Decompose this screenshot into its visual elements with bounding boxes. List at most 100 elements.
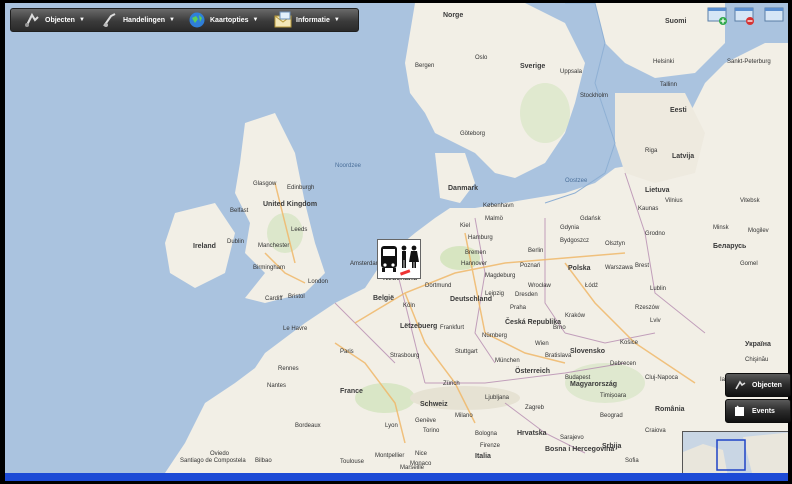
map-label: Strasbourg: [390, 353, 420, 359]
map-label: Hannover: [461, 261, 488, 267]
restroom-icon: [401, 245, 419, 268]
chevron-down-icon: ▼: [252, 17, 259, 23]
chevron-down-icon: ▼: [333, 17, 340, 23]
overview-map[interactable]: [682, 431, 788, 473]
map-label: Bordeaux: [295, 423, 321, 429]
objecten-label: Objecten: [45, 16, 75, 24]
app-window: Norge Danmark United Kingdom Ireland Ned…: [0, 0, 792, 484]
map-label: Paris: [340, 349, 354, 355]
map-label: Mogilev: [748, 228, 769, 234]
map-label: Italia: [475, 453, 491, 460]
map-label: Birmingham: [253, 265, 286, 271]
map-label: Lviv: [650, 318, 661, 324]
map-label: Brest: [635, 263, 650, 269]
map-label: Łódź: [585, 283, 599, 289]
map-label: Bydgoszcz: [560, 238, 590, 244]
map-label: Brno: [553, 325, 566, 331]
map-label: München: [495, 358, 520, 364]
map-label: Timișoara: [600, 393, 627, 399]
map-label: Tallinn: [660, 82, 678, 88]
map-label: Ljubljana: [485, 395, 510, 401]
remove-window-button[interactable]: [734, 6, 756, 26]
map-label: London: [308, 279, 329, 285]
main-toolbar: Objecten ▼ Handelingen ▼ Kaartopties ▼ I…: [10, 8, 359, 32]
map-label: Україна: [745, 341, 771, 348]
map-label: Kiel: [460, 223, 471, 229]
map-label: Vitebsk: [740, 198, 760, 204]
map-label: Kraków: [565, 313, 586, 319]
map-label: Bergen: [415, 63, 435, 69]
events-panel-label: Events: [752, 407, 775, 415]
objecten-panel-button[interactable]: Objecten: [725, 373, 791, 397]
map-label: Belfast: [230, 208, 249, 214]
bus-icon: [381, 246, 397, 272]
map-base: [5, 3, 788, 473]
map-label: Budapest: [565, 375, 591, 381]
map-label: Grodno: [645, 231, 666, 237]
map-label: Bilbao: [255, 458, 272, 464]
map-label: România: [655, 406, 685, 413]
kaartopties-menu[interactable]: Kaartopties ▼: [188, 9, 258, 31]
map-label: Chişinău: [745, 357, 769, 363]
map-label: Bratislava: [545, 353, 572, 359]
map-label: Hamburg: [468, 235, 493, 241]
map-label: Poznań: [520, 263, 541, 269]
map-label: Gdynia: [560, 225, 580, 231]
map-label: Torino: [423, 428, 440, 434]
map-label: Suomi: [665, 18, 687, 25]
handelingen-label: Handelingen: [123, 16, 166, 24]
map-label: Lyon: [385, 423, 398, 429]
map-label: Stuttgart: [455, 349, 478, 355]
informatie-menu[interactable]: Informatie ▼: [274, 9, 340, 31]
map-label: Österreich: [515, 368, 551, 375]
map-label: Nantes: [267, 383, 287, 389]
map-label: Minsk: [713, 225, 729, 231]
map-label: België: [373, 295, 395, 302]
map-label: Gdańsk: [580, 216, 601, 222]
map-label: Latvija: [672, 153, 695, 160]
map-label: Dortmund: [425, 283, 452, 289]
map-label: Polska: [568, 265, 591, 272]
map-label: Zürich: [443, 381, 460, 387]
window-remove-icon: [734, 7, 754, 25]
map-label: Firenze: [480, 443, 501, 449]
add-window-button[interactable]: [707, 6, 729, 26]
handelingen-menu[interactable]: Handelingen ▼: [101, 9, 175, 31]
events-icon: [735, 405, 744, 416]
map-label: Berlin: [528, 248, 544, 254]
objecten-panel-label: Objecten: [752, 381, 782, 389]
map-label: Bremen: [465, 250, 487, 256]
map-label: Bosna i Hercegovina: [545, 446, 615, 453]
map-canvas[interactable]: Norge Danmark United Kingdom Ireland Ned…: [5, 3, 788, 473]
map-label: France: [340, 388, 363, 395]
map-label: Sarajevo: [560, 435, 584, 441]
map-label: Magdeburg: [485, 273, 516, 279]
map-label: Dublin: [227, 239, 245, 245]
map-label: Lëtzebuerg: [400, 323, 438, 330]
map-label: Stockholm: [580, 93, 609, 99]
map-label: Bologna: [475, 431, 498, 437]
map-label: Le Havre: [283, 326, 308, 332]
map-label: Debrecen: [610, 361, 637, 367]
events-panel-button[interactable]: Events: [725, 399, 791, 423]
map-label: Beograd: [600, 413, 623, 419]
map-label: Noordzee: [335, 163, 362, 169]
map-label: Cardiff: [265, 296, 283, 302]
map-label: Helsinki: [653, 59, 675, 65]
map-label: Malmö: [485, 216, 504, 222]
map-label: Genève: [415, 418, 437, 424]
window-button[interactable]: [763, 6, 785, 26]
map-label: Danmark: [448, 185, 478, 192]
map-label: Uppsala: [560, 69, 583, 75]
map-label: Magyarország: [570, 381, 618, 388]
map-label: Ireland: [193, 243, 216, 250]
objecten-menu[interactable]: Objecten ▼: [23, 9, 85, 31]
map-label: Manchester: [258, 243, 290, 249]
map-label: Vilnius: [665, 198, 683, 204]
map-label: Rennes: [278, 366, 299, 372]
window-add-icon: [707, 7, 727, 25]
map-label: Hrvatska: [517, 430, 547, 437]
kaartopties-label: Kaartopties: [210, 16, 249, 24]
map-label: Nürnberg: [482, 333, 508, 339]
poi-marker[interactable]: [377, 239, 421, 279]
